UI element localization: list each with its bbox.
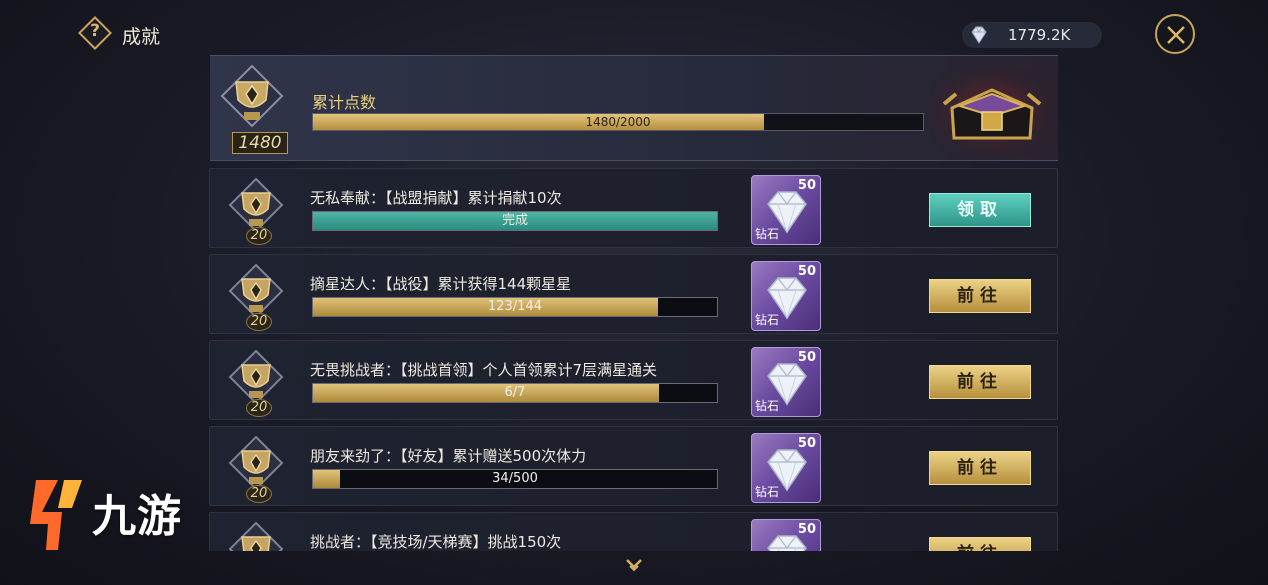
diamond-icon xyxy=(971,26,987,44)
diamond-amount: 1779.2K xyxy=(1008,26,1071,44)
achievement-description: 无畏挑战者：【挑战首领】个人首领累计7层满星通关 xyxy=(310,361,658,379)
achievement-points: 20 xyxy=(246,485,272,503)
close-icon xyxy=(1167,26,1185,44)
achievement-progress-text: 完成 xyxy=(501,213,528,228)
reward-item[interactable]: 50 钻石 xyxy=(751,347,821,417)
points-progress-bar: 1480/2000 xyxy=(312,113,924,131)
achievement-progress-text: 123/144 xyxy=(487,299,542,314)
goto-button[interactable]: 前往 xyxy=(929,279,1031,313)
reward-name: 钻石 xyxy=(755,399,780,413)
achievement-progress-text: 6/7 xyxy=(504,385,526,400)
achievement-description: 摘星达人：【战役】累计获得144颗星星 xyxy=(310,275,572,293)
achievement-progress-text: 34/500 xyxy=(492,471,538,486)
achievement-progress-bar: 完成 xyxy=(312,211,718,231)
achievement-row: 20 摘星达人：【战役】累计获得144颗星星 123/144 50 钻石 前往 xyxy=(209,254,1058,334)
claim-button[interactable]: 领取 xyxy=(929,193,1031,227)
reward-count: 50 xyxy=(797,522,816,537)
reward-count: 50 xyxy=(797,436,816,451)
reward-item[interactable]: 50 钻石 xyxy=(751,261,821,331)
reward-count: 50 xyxy=(797,350,816,365)
achievement-points: 20 xyxy=(246,227,272,245)
achievement-description: 挑战者：【竞技场/天梯赛】挑战150次 xyxy=(310,533,562,551)
achievement-list[interactable]: 20 无私奉献：【战盟捐献】累计捐献10次 完成 50 钻石 领取 20 摘星达… xyxy=(209,168,1058,551)
achievement-progress-bar: 34/500 xyxy=(312,469,718,489)
diamond-counter: 1779.2K xyxy=(962,22,1102,48)
achievement-description: 无私奉献：【战盟捐献】累计捐献10次 xyxy=(310,189,562,207)
achievement-progress-bar: 123/144 xyxy=(312,297,718,317)
points-progress-text: 1480/2000 xyxy=(585,115,651,129)
reward-name: 钻石 xyxy=(755,485,780,499)
achievement-summary: 1480 累计点数 1480/2000 xyxy=(210,55,1058,161)
goto-button[interactable]: 前往 xyxy=(929,451,1031,485)
trophy-icon xyxy=(228,521,284,551)
goto-button[interactable]: 前往 xyxy=(929,537,1031,551)
goto-button[interactable]: 前往 xyxy=(929,365,1031,399)
page-title: 成就 xyxy=(122,26,161,48)
help-button[interactable]: ? xyxy=(78,16,112,50)
reward-count: 50 xyxy=(797,264,816,279)
achievement-description: 朋友来劲了：【好友】累计赠送500次体力 xyxy=(310,447,587,465)
watermark-logo xyxy=(30,480,82,550)
scroll-down-arrow-icon[interactable] xyxy=(624,557,644,573)
achievement-row: 20 无私奉献：【战盟捐献】累计捐献10次 完成 50 钻石 领取 xyxy=(209,168,1058,248)
treasure-chest-reward[interactable] xyxy=(930,68,1054,156)
achievement-row: 20 无畏挑战者：【挑战首领】个人首领累计7层满星通关 6/7 50 钻石 前往 xyxy=(209,340,1058,420)
achievement-points: 20 xyxy=(246,399,272,417)
reward-count: 50 xyxy=(797,178,816,193)
reward-name: 钻石 xyxy=(755,313,780,327)
reward-item[interactable]: 50 钻石 xyxy=(751,175,821,245)
close-button[interactable] xyxy=(1155,14,1195,54)
total-points: 1480 xyxy=(232,132,288,154)
watermark: 九游 xyxy=(28,472,198,554)
reward-item[interactable]: 50 钻石 xyxy=(751,519,821,551)
reward-name: 钻石 xyxy=(755,227,780,241)
help-icon: ? xyxy=(90,21,100,41)
achievement-row: 20 朋友来劲了：【好友】累计赠送500次体力 34/500 50 钻石 前往 xyxy=(209,426,1058,506)
achievement-progress-bar: 6/7 xyxy=(312,383,718,403)
points-label: 累计点数 xyxy=(312,93,377,112)
achievement-row: 20 挑战者：【竞技场/天梯赛】挑战150次 50 钻石 前往 xyxy=(209,512,1058,551)
reward-item[interactable]: 50 钻石 xyxy=(751,433,821,503)
watermark-text: 九游 xyxy=(92,491,182,542)
achievement-points: 20 xyxy=(246,313,272,331)
